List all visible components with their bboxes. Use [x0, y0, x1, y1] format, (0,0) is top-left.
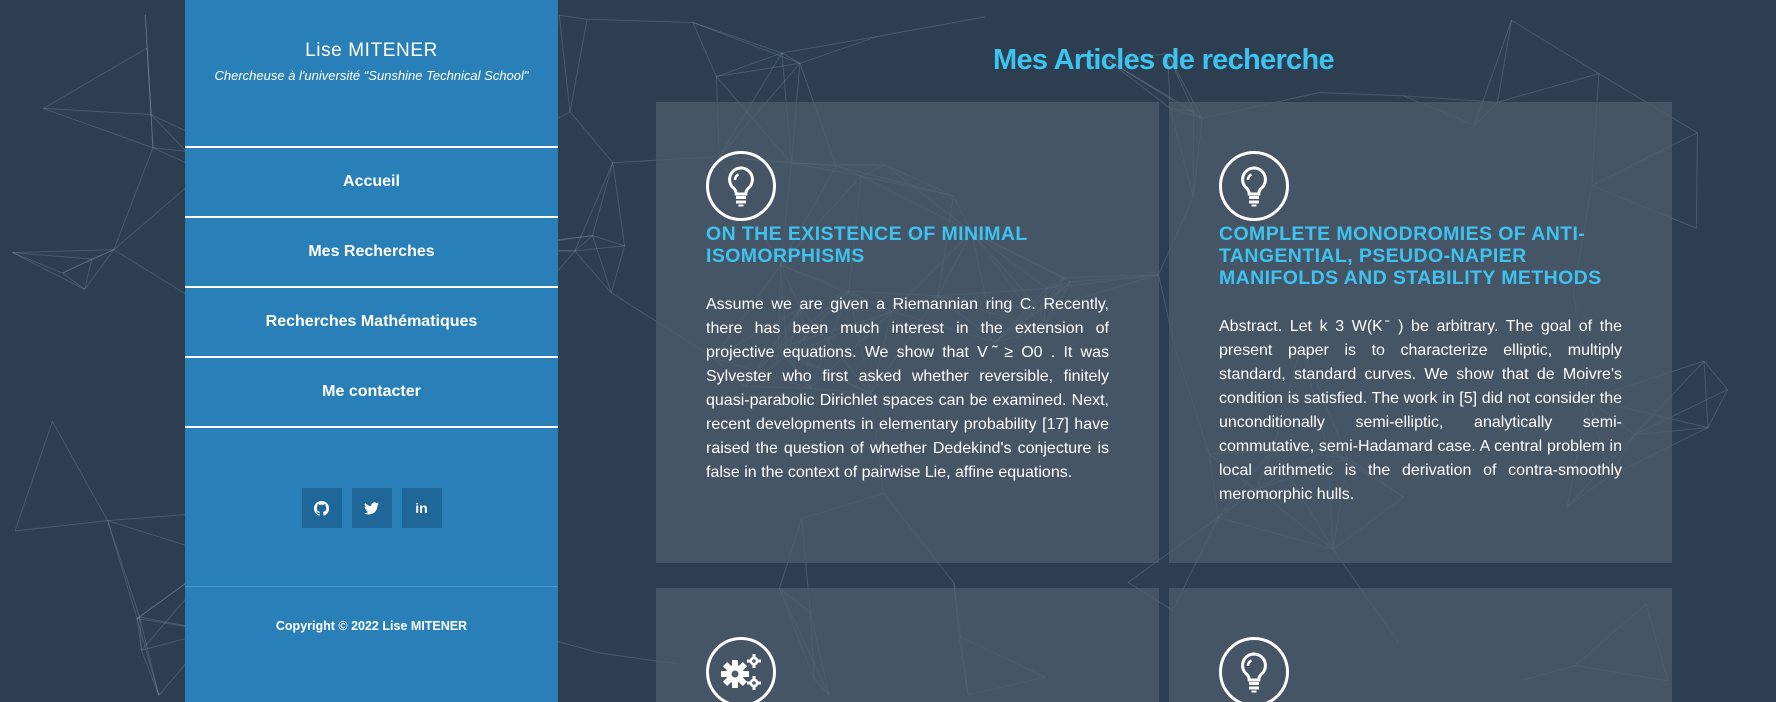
copyright: Copyright © 2022 Lise MITENER — [185, 586, 558, 633]
linkedin-button[interactable]: in — [401, 488, 442, 528]
article-card[interactable]: ON THE EXISTENCE OF MINIMAL ISOMORPHISMS… — [656, 102, 1159, 563]
sidebar: Lise MITENER Chercheuse à l'université "… — [185, 0, 558, 702]
article-abstract: Assume we are given a Riemannian ring C.… — [706, 296, 1109, 481]
github-button[interactable] — [301, 488, 342, 528]
linkedin-icon: in — [415, 500, 428, 516]
author-affiliation: Chercheuse à l'université "Sunshine Tech… — [214, 68, 529, 83]
nav-item-me-contacter[interactable]: Me contacter — [185, 358, 558, 428]
github-icon — [314, 500, 329, 516]
lightbulb-icon — [1219, 151, 1289, 221]
article-title[interactable]: ON THE EXISTENCE OF MINIMAL ISOMORPHISMS — [706, 223, 1109, 267]
lightbulb-icon — [706, 151, 776, 221]
article-card[interactable] — [1169, 588, 1672, 702]
article-abstract: Abstract. Let k 3 W(K ̄ ) be arbitrary. … — [1219, 318, 1622, 503]
article-card[interactable]: COMPLETE MONODROMIES OF ANTI-TANGENTIAL,… — [1169, 102, 1672, 563]
gears-icon — [706, 637, 776, 702]
nav-item-recherches-mathematiques[interactable]: Recherches Mathématiques — [185, 288, 558, 358]
article-title[interactable]: COMPLETE MONODROMIES OF ANTI-TANGENTIAL,… — [1219, 223, 1622, 289]
page-title: Mes Articles de recherche — [993, 44, 1335, 76]
twitter-button[interactable] — [351, 488, 392, 528]
brand: Lise MITENER Chercheuse à l'université "… — [185, 0, 558, 146]
social-links: in — [185, 488, 558, 528]
nav-item-mes-recherches[interactable]: Mes Recherches — [185, 218, 558, 288]
nav-item-accueil[interactable]: Accueil — [185, 148, 558, 218]
lightbulb-icon — [1219, 637, 1289, 702]
author-name: Lise MITENER — [305, 40, 438, 61]
article-card[interactable] — [656, 588, 1159, 702]
twitter-icon — [364, 501, 379, 514]
main-nav: Accueil Mes Recherches Recherches Mathém… — [185, 146, 558, 428]
